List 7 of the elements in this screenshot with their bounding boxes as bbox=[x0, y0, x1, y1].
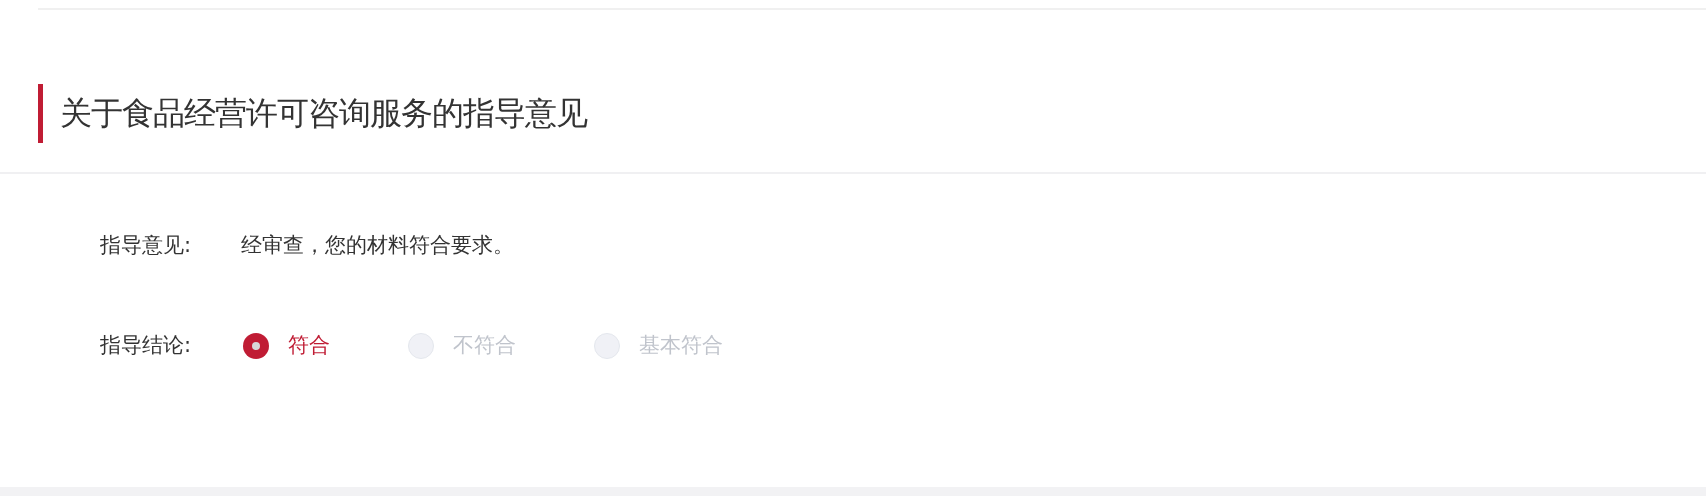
section-title: 关于食品经营许可咨询服务的指导意见 bbox=[60, 93, 587, 134]
radio-button[interactable] bbox=[243, 333, 269, 359]
radio-option[interactable]: 符合 bbox=[243, 330, 330, 362]
field-label: 指导意见: bbox=[100, 232, 193, 260]
section-accent-bar bbox=[38, 83, 43, 143]
field-value: 经审查，您的材料符合要求。 bbox=[241, 232, 514, 260]
field-label: 指导结论: bbox=[100, 332, 193, 360]
